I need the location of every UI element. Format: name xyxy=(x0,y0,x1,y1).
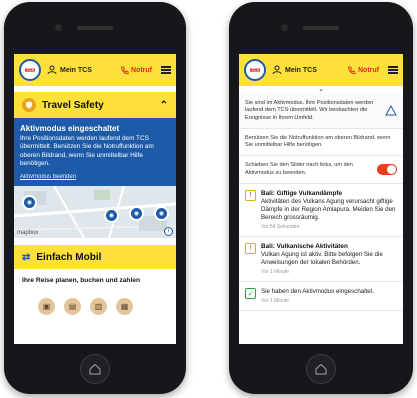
my-tcs-link[interactable]: Mein TCS xyxy=(47,65,92,75)
alert-icon: ! xyxy=(245,189,256,201)
my-tcs-link[interactable]: Mein TCS xyxy=(272,65,317,75)
notification-time: Vor 1 Minute xyxy=(261,269,290,276)
hazard-icon xyxy=(385,104,397,116)
sos-hint-text: Benützen Sie die Notruffunktion am obere… xyxy=(245,134,391,149)
alert-icon: ! xyxy=(245,243,256,255)
notification-title: Bali: Giftige Vulkandämpfe xyxy=(261,189,343,197)
mobility-subtitle: Ihre Reise planen, buchen und zahlen xyxy=(22,277,140,285)
active-mode-title: Aktivmodus eingeschaltet xyxy=(20,124,120,133)
app-header: TCS Mein TCS Notruf xyxy=(14,54,176,86)
user-icon xyxy=(47,65,57,75)
my-tcs-label: Mein TCS xyxy=(285,66,317,74)
home-button-icon[interactable] xyxy=(306,354,336,384)
check-icon: ✓ xyxy=(245,288,256,300)
phone-sos-icon xyxy=(121,65,129,74)
active-mode-info: Sie sind im Aktivmodus. Ihre Positionsda… xyxy=(239,94,403,129)
map-view[interactable]: ◉ ◉ ◉ ◉ mapbox i xyxy=(14,186,176,239)
notification-item[interactable]: ✓ Sie haben den Aktivmodus eingeschaltet… xyxy=(239,282,403,312)
chevron-up-icon[interactable]: ⌃ xyxy=(160,100,168,111)
mobility-title: Einfach Mobil xyxy=(36,251,102,263)
sos-label: Notruf xyxy=(358,66,379,74)
mobility-icon: ⇄ xyxy=(22,251,31,263)
sos-hint-row: Benützen Sie die Notruffunktion am obere… xyxy=(239,129,403,157)
travel-safety-title: Travel Safety xyxy=(42,99,104,111)
sos-button[interactable]: Notruf xyxy=(347,65,379,75)
sos-label: Notruf xyxy=(131,66,152,74)
shield-icon xyxy=(22,98,36,112)
menu-icon[interactable] xyxy=(388,66,398,74)
toggle-row: Schieben Sie den Slider nach links, um d… xyxy=(239,156,403,184)
user-icon xyxy=(272,65,282,75)
phone-sos-icon xyxy=(348,65,356,74)
active-mode-info-text: Sie sind im Aktivmodus. Ihre Positionsda… xyxy=(245,100,374,121)
active-mode-panel: Aktivmodus eingeschaltet Ihre Positionsd… xyxy=(14,118,176,187)
tcs-logo[interactable]: TCS xyxy=(244,59,266,81)
right-screen: TCS Mein TCS Notruf ⌄ Sie sind im Aktivm… xyxy=(239,54,403,344)
svg-text:TCS: TCS xyxy=(251,67,259,72)
svg-text:TCS: TCS xyxy=(26,67,34,72)
notification-title: Bali: Vulkanische Aktivitäten xyxy=(261,243,348,251)
car-icon[interactable]: ▦ xyxy=(116,298,133,316)
speaker-grille xyxy=(303,26,339,30)
active-mode-toggle[interactable] xyxy=(377,164,397,176)
notification-body: Vulkan Agung ist aktiv. Bitte befolgen S… xyxy=(261,251,383,267)
map-credit: mapbox xyxy=(17,230,39,237)
right-phone: TCS Mein TCS Notruf ⌄ Sie sind im Aktivm… xyxy=(229,2,413,394)
notification-body: Sie haben den Aktivmodus eingeschaltet. xyxy=(261,288,375,296)
notification-item[interactable]: ! Bali: Giftige Vulkandämpfe Aktivitäten… xyxy=(239,184,403,238)
travel-safety-header[interactable]: Travel Safety ⌃ xyxy=(14,92,176,118)
toggle-text: Schieben Sie den Slider nach links, um d… xyxy=(245,162,353,176)
tcs-logo[interactable]: TCS xyxy=(19,59,41,81)
train-icon[interactable]: ▣ xyxy=(38,298,55,316)
bus-icon[interactable]: ▤ xyxy=(64,298,81,316)
active-mode-text: Ihre Positionsdaten werden laufend dem T… xyxy=(20,135,154,167)
notification-item[interactable]: ! Bali: Vulkanische Aktivitäten Vulkan A… xyxy=(239,237,403,283)
my-tcs-label: Mein TCS xyxy=(60,66,92,74)
home-button-icon[interactable] xyxy=(80,354,110,384)
notification-time: Vor 54 Sekunden xyxy=(261,224,300,231)
collapse-chevron-icon[interactable]: ⌄ xyxy=(239,86,403,94)
end-active-mode-link[interactable]: Aktivmodus beenden xyxy=(20,174,170,180)
left-phone: TCS Mein TCS Notruf Travel Safety ⌃ Akti… xyxy=(4,2,186,394)
notification-time: Vor 1 Minute xyxy=(261,298,290,305)
camera-icon xyxy=(55,24,62,31)
sos-button[interactable]: Notruf xyxy=(120,65,152,75)
transport-icons: ▣ ▤ ▥ ▦ xyxy=(14,284,176,316)
app-header: TCS Mein TCS Notruf xyxy=(239,54,403,86)
mobility-header[interactable]: ⇄ Einfach Mobil xyxy=(14,245,176,270)
ticket-icon[interactable]: ▥ xyxy=(90,298,107,316)
notification-body: Aktivitäten des Vulkans Agung verursacht… xyxy=(261,197,396,221)
left-screen: TCS Mein TCS Notruf Travel Safety ⌃ Akti… xyxy=(14,54,176,344)
camera-icon xyxy=(281,24,288,31)
speaker-grille xyxy=(77,26,113,30)
menu-icon[interactable] xyxy=(161,66,171,74)
